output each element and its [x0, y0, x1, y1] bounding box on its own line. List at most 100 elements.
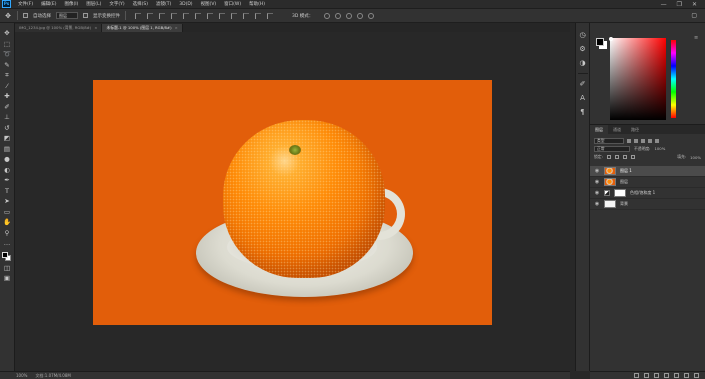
layer-style-icon[interactable]	[644, 373, 649, 378]
canvas-area[interactable]	[15, 32, 570, 371]
more-icon[interactable]: …	[3, 239, 12, 248]
fill-value[interactable]: 100%	[690, 155, 701, 160]
close-button[interactable]: ✕	[692, 1, 697, 8]
opacity-value[interactable]: 100%	[654, 146, 665, 151]
menu-edit[interactable]: 编辑(E)	[37, 1, 60, 7]
pan-3d-icon[interactable]	[346, 12, 353, 19]
menu-3d[interactable]: 3D(D)	[175, 2, 196, 7]
foreground-color-swatch[interactable]	[2, 251, 8, 258]
move-icon[interactable]: ✥	[3, 29, 12, 38]
close-tab-icon[interactable]: ×	[175, 25, 178, 30]
slide-icon[interactable]	[357, 12, 364, 19]
color-swatches[interactable]	[2, 251, 12, 262]
document-canvas[interactable]	[93, 80, 492, 325]
restore-button[interactable]: ❐	[677, 1, 682, 8]
layer-item[interactable]: ◉ 图层 1	[590, 166, 705, 177]
link-layers-icon[interactable]	[634, 373, 639, 378]
tab-channels[interactable]: 通道	[608, 125, 626, 134]
tab-paths[interactable]: 路径	[626, 125, 644, 134]
screen-mode-icon[interactable]: ▣	[3, 274, 12, 283]
zoom-level[interactable]: 100%	[16, 373, 27, 378]
align-middle-icon[interactable]	[147, 12, 153, 19]
align-top-icon[interactable]	[135, 12, 141, 19]
new-adjustment-icon[interactable]	[664, 373, 669, 378]
new-group-icon[interactable]	[674, 373, 679, 378]
menu-view[interactable]: 视图(V)	[197, 1, 221, 7]
lasso-icon[interactable]: ➰	[3, 50, 12, 59]
gradient-icon[interactable]: ▤	[3, 145, 12, 154]
blend-mode-dropdown[interactable]: 正常	[594, 145, 630, 152]
scale-3d-icon[interactable]	[368, 12, 375, 19]
adjustment-filter-icon[interactable]	[634, 138, 638, 143]
healing-icon[interactable]: ✚	[3, 92, 12, 101]
character-panel-icon[interactable]: A	[579, 94, 587, 102]
new-layer-icon[interactable]	[684, 373, 689, 378]
lock-pixels-icon[interactable]	[614, 155, 619, 159]
zoom-icon[interactable]: ⚲	[3, 229, 12, 238]
menu-type[interactable]: 文字(Y)	[105, 1, 128, 7]
tab-document-2[interactable]: 未标题-1 @ 100% (图层 1, RGB/8#) ×	[102, 24, 183, 32]
type-icon[interactable]: T	[3, 187, 12, 196]
distribute-top-icon[interactable]	[207, 12, 213, 19]
menu-window[interactable]: 窗口(W)	[220, 1, 245, 7]
panel-menu-icon[interactable]: ≡	[694, 35, 698, 41]
history-brush-icon[interactable]: ↺	[3, 124, 12, 133]
eraser-icon[interactable]: ◩	[3, 134, 12, 143]
menu-select[interactable]: 选择(S)	[129, 1, 152, 7]
blur-icon[interactable]: ●	[3, 155, 12, 164]
menu-filter[interactable]: 滤镜(T)	[152, 1, 175, 7]
distribute-middle-icon[interactable]	[219, 12, 225, 19]
transform-controls-checkbox[interactable]	[83, 13, 88, 18]
pen-icon[interactable]: ✒	[3, 176, 12, 185]
menu-file[interactable]: 文件(F)	[14, 1, 37, 7]
hand-icon[interactable]: ✋	[3, 218, 12, 227]
align-right-icon[interactable]	[195, 12, 201, 19]
menu-image[interactable]: 图像(I)	[60, 1, 82, 7]
tab-layers[interactable]: 图层	[590, 125, 608, 134]
pixel-filter-icon[interactable]	[627, 138, 631, 143]
brush-icon[interactable]: ✐	[3, 103, 12, 112]
layer-item[interactable]: ◉ 色相/饱和度 1	[590, 188, 705, 199]
distribute-center-icon[interactable]	[255, 12, 261, 19]
lock-position-icon[interactable]	[622, 155, 627, 159]
align-left-icon[interactable]	[171, 12, 177, 19]
move-tool-preset-icon[interactable]: ✥	[4, 12, 12, 20]
history-panel-icon[interactable]: ◷	[579, 31, 587, 39]
adjustments-panel-icon[interactable]: ◑	[579, 59, 587, 67]
roll-icon[interactable]	[335, 12, 342, 19]
layer-item[interactable]: ◉ 图层	[590, 177, 705, 188]
marquee-icon[interactable]: ⬚	[3, 40, 12, 49]
layer-item[interactable]: ◉ 背景	[590, 199, 705, 210]
visibility-eye-icon[interactable]: ◉	[594, 179, 600, 185]
hue-slider[interactable]	[671, 40, 676, 118]
eyedropper-icon[interactable]: ⁄	[3, 82, 12, 91]
close-tab-icon[interactable]: ×	[94, 25, 97, 30]
crop-icon[interactable]: ⌗	[3, 71, 12, 80]
workspace-icon[interactable]: ▢	[691, 12, 705, 19]
distribute-left-icon[interactable]	[243, 12, 249, 19]
shape-icon[interactable]: ▭	[3, 208, 12, 217]
tab-document-1[interactable]: IMG_1234.jpg @ 100% (背景, RGB/8#) ×	[15, 24, 103, 32]
color-picker-marker[interactable]	[609, 37, 613, 41]
quick-mask-icon[interactable]: ◫	[3, 264, 12, 273]
orbit-icon[interactable]	[324, 12, 331, 19]
layer-mask-thumbnail[interactable]	[614, 189, 626, 197]
align-bottom-icon[interactable]	[159, 12, 165, 19]
visibility-eye-icon[interactable]: ◉	[594, 168, 600, 174]
type-filter-icon[interactable]	[641, 138, 645, 143]
distribute-bottom-icon[interactable]	[231, 12, 237, 19]
menu-help[interactable]: 帮助(H)	[245, 1, 269, 7]
properties-panel-icon[interactable]: ⚙	[579, 45, 587, 53]
distribute-right-icon[interactable]	[267, 12, 273, 19]
delete-layer-icon[interactable]	[694, 373, 699, 378]
brush-panel-icon[interactable]: ✐	[579, 80, 587, 88]
layer-kind-dropdown[interactable]: 类型	[594, 137, 624, 144]
lock-all-icon[interactable]	[630, 155, 635, 159]
paragraph-panel-icon[interactable]: ¶	[579, 108, 587, 116]
add-mask-icon[interactable]	[654, 373, 659, 378]
shape-filter-icon[interactable]	[648, 138, 652, 143]
auto-select-dropdown[interactable]: 图层	[56, 12, 78, 19]
dodge-icon[interactable]: ◐	[3, 166, 12, 175]
align-center-icon[interactable]	[183, 12, 189, 19]
menu-layer[interactable]: 图层(L)	[82, 1, 105, 7]
